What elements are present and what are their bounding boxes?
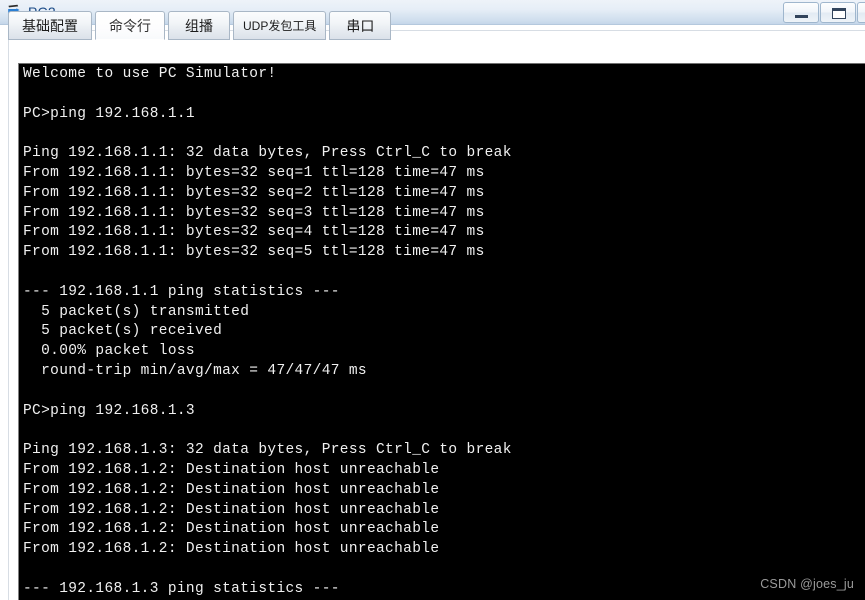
console-line: Welcome to use PC Simulator! [23,66,277,82]
tab-udp-packet-tool[interactable]: UDP发包工具 [233,11,327,40]
console-line: From 192.168.1.1: bytes=32 seq=2 ttl=128… [23,184,485,201]
console-line: 5 packet(s) received [23,323,223,340]
console-line: From 192.168.1.1: bytes=32 seq=1 ttl=128… [23,164,485,181]
close-button[interactable] [857,2,865,23]
tab-basic-config-label: 基础配置 [22,17,78,34]
tab-multicast[interactable]: 组播 [168,11,230,40]
console-line: From 192.168.1.1: bytes=32 seq=5 ttl=128… [23,244,485,261]
minimize-icon [795,15,808,18]
console-line: From 192.168.1.2: Destination host unrea… [23,501,440,518]
tab-basic-config[interactable]: 基础配置 [8,11,92,40]
console-line: 5 packet(s) transmitted [23,303,250,320]
tab-udp-packet-tool-label: UDP发包工具 [243,19,317,33]
console-line: From 192.168.1.2: Destination host unrea… [23,481,440,498]
console-line: round-trip min/avg/max = 47/47/47 ms [23,362,367,379]
pc-simulator-window: PC2 基础配置 命令行 组播 UDP发包工具 串口 [0,0,865,600]
minimize-button[interactable] [783,2,819,23]
console-line: --- 192.168.1.3 ping statistics --- [23,580,340,597]
console-line: From 192.168.1.2: Destination host unrea… [23,541,440,558]
command-line-console[interactable]: Welcome to use PC Simulator! PC>ping 192… [18,63,865,600]
tab-multicast-label: 组播 [185,17,213,34]
tab-command-line[interactable]: 命令行 [95,11,165,40]
console-line: From 192.168.1.1: bytes=32 seq=4 ttl=128… [23,224,485,241]
console-line: PC>ping 192.168.1.1 [23,105,195,122]
console-line: --- 192.168.1.1 ping statistics --- [23,283,340,300]
tab-serial-port-label: 串口 [346,17,375,34]
console-line: From 192.168.1.1: bytes=32 seq=3 ttl=128… [23,204,485,221]
maximize-button[interactable] [820,2,856,23]
console-line: Ping 192.168.1.1: 32 data bytes, Press C… [23,145,512,162]
console-line: PC>ping 192.168.1.3 [23,402,195,419]
console-output[interactable]: Welcome to use PC Simulator! PC>ping 192… [23,65,865,600]
tab-bar: 基础配置 命令行 组播 UDP发包工具 串口 [8,9,394,40]
window-controls [782,2,865,24]
console-line: 0.00% packet loss [23,343,195,360]
console-line: Ping 192.168.1.3: 32 data bytes, Press C… [23,442,512,459]
console-line: From 192.168.1.2: Destination host unrea… [23,521,440,538]
tab-serial-port[interactable]: 串口 [329,11,392,40]
console-line: From 192.168.1.2: Destination host unrea… [23,461,440,478]
maximize-icon [832,8,846,19]
tab-command-line-label: 命令行 [109,17,151,34]
